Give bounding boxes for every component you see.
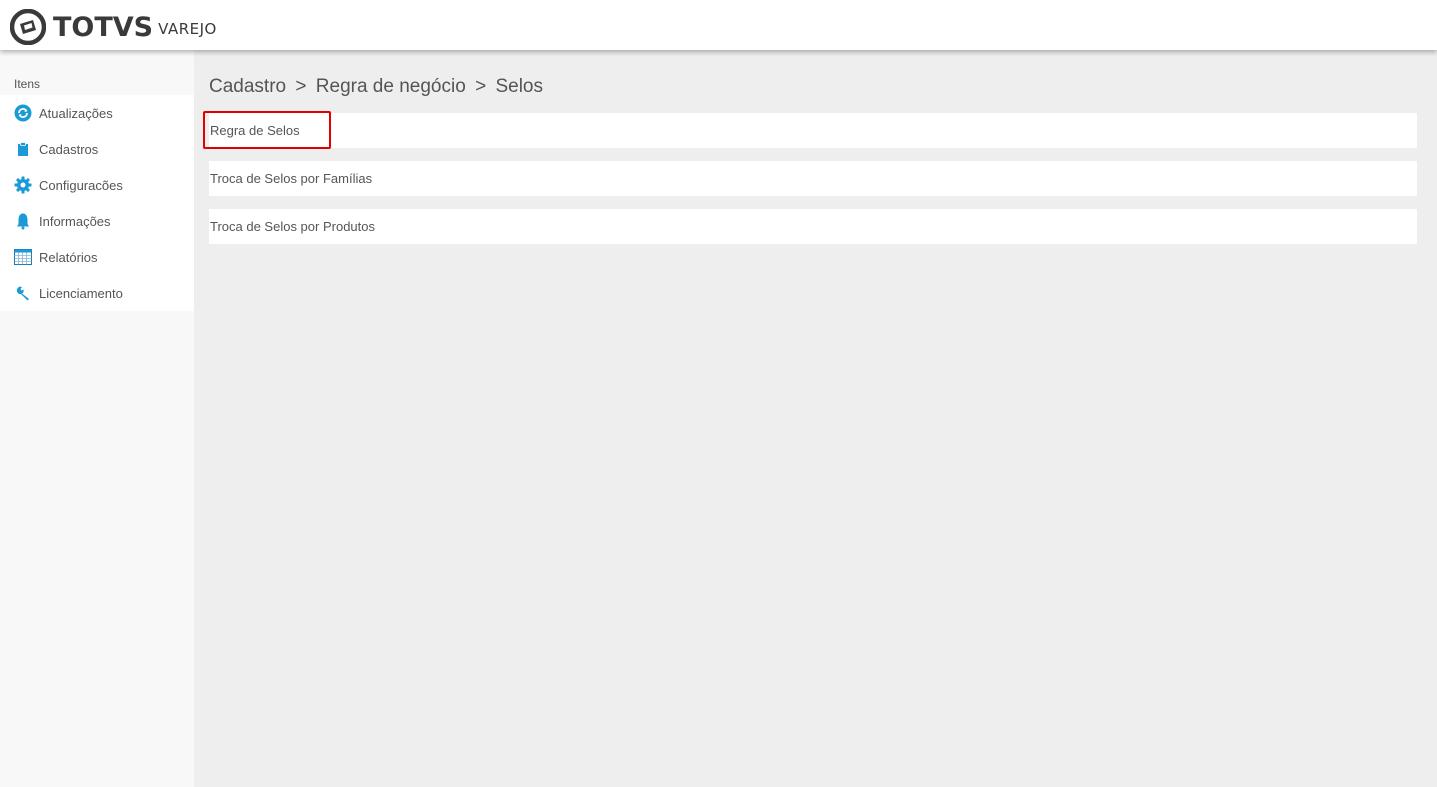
breadcrumb: Cadastro > Regra de negócio > Selos [209,76,543,98]
table-icon [14,248,32,266]
sidebar-item-atualizacoes[interactable]: Atualizações [0,95,194,131]
breadcrumb-separator: > [295,76,307,97]
sidebar-item-label: Relatórios [39,249,98,265]
brand-name: TOTVS [53,11,154,43]
sidebar-item-informacoes[interactable]: Informações [0,203,194,239]
menu-item-label: Troca de Selos por Famílias [210,171,373,186]
totvs-logo-icon [10,9,46,45]
menu-item-troca-selos-familias[interactable]: Troca de Selos por Famílias [209,161,1417,196]
sidebar-item-label: Atualizações [39,105,113,121]
sidebar-item-label: Configuracões [39,177,123,193]
breadcrumb-item[interactable]: Regra de negócio [316,76,466,97]
sidebar-item-cadastros[interactable]: Cadastros [0,131,194,167]
sidebar-item-relatorios[interactable]: Relatórios [0,239,194,275]
menu-item-troca-selos-produtos[interactable]: Troca de Selos por Produtos [209,209,1417,244]
menu-item-regra-de-selos[interactable]: Regra de Selos [209,113,1417,148]
sidebar-item-licenciamento[interactable]: Licenciamento [0,275,194,311]
main-content: Cadastro > Regra de negócio > Selos Regr… [194,50,1437,787]
sidebar: Itens Atualizações Cadastros Configuracõ… [0,50,194,787]
top-header: TOTVS VAREJO [0,0,1437,50]
refresh-icon [14,104,32,122]
breadcrumb-separator: > [475,76,487,97]
sidebar-item-label: Licenciamento [39,285,123,301]
sidebar-title: Itens [14,77,41,91]
wrench-icon [14,284,32,302]
sidebar-item-label: Informações [39,213,111,229]
gear-icon [14,176,32,194]
bell-icon [14,212,32,230]
menu-item-label: Troca de Selos por Produtos [210,219,375,234]
breadcrumb-item-current: Selos [495,76,543,97]
totvs-logo[interactable]: TOTVS VAREJO [10,9,217,45]
sidebar-item-label: Cadastros [39,141,99,157]
sidebar-item-configuracoes[interactable]: Configuracões [0,167,194,203]
product-name: VAREJO [158,19,217,38]
sidebar-menu: Atualizações Cadastros Configuracões Inf… [0,95,194,311]
menu-item-label: Regra de Selos [210,123,300,138]
clipboard-icon [14,140,32,158]
breadcrumb-item[interactable]: Cadastro [209,76,286,97]
